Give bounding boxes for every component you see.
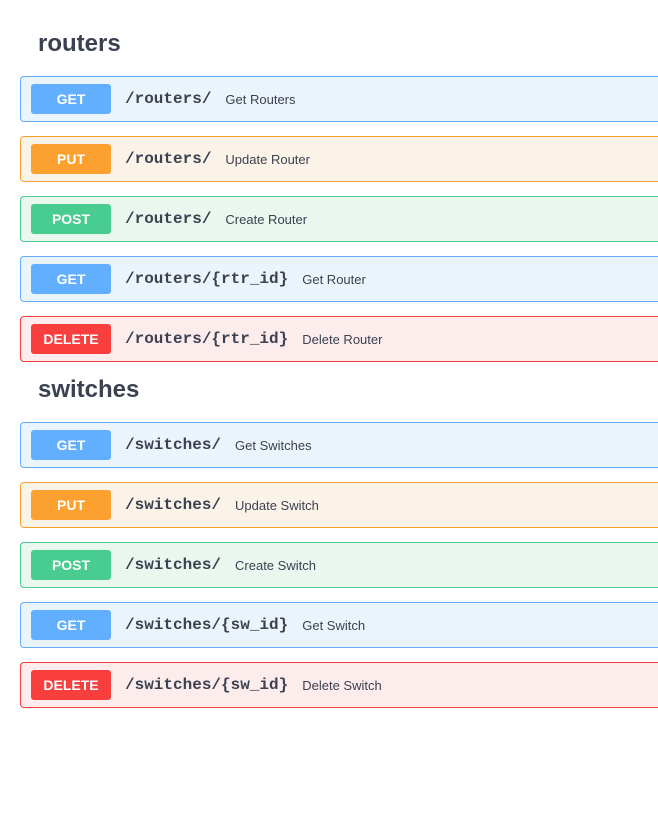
method-badge: POST <box>31 550 111 580</box>
endpoint-row[interactable]: GET /switches/ Get Switches <box>20 422 658 468</box>
method-badge: PUT <box>31 144 111 174</box>
endpoint-summary: Update Switch <box>235 498 319 513</box>
endpoint-row[interactable]: POST /switches/ Create Switch <box>20 542 658 588</box>
endpoint-row[interactable]: GET /routers/{rtr_id} Get Router <box>20 256 658 302</box>
endpoint-path: /switches/{sw_id} <box>125 676 288 694</box>
endpoint-path: /routers/{rtr_id} <box>125 330 288 348</box>
endpoint-path: /routers/ <box>125 210 211 228</box>
endpoint-summary: Get Routers <box>225 92 295 107</box>
method-badge: DELETE <box>31 324 111 354</box>
method-badge: POST <box>31 204 111 234</box>
endpoint-path: /routers/ <box>125 90 211 108</box>
method-badge: GET <box>31 610 111 640</box>
endpoint-path: /switches/ <box>125 556 221 574</box>
endpoint-summary: Get Switch <box>302 618 365 633</box>
section-title-switches[interactable]: switches <box>38 376 658 404</box>
endpoint-path: /routers/{rtr_id} <box>125 270 288 288</box>
endpoint-summary: Delete Switch <box>302 678 381 693</box>
method-badge: PUT <box>31 490 111 520</box>
endpoint-row[interactable]: POST /routers/ Create Router <box>20 196 658 242</box>
endpoint-summary: Create Router <box>225 212 307 227</box>
endpoint-row[interactable]: PUT /switches/ Update Switch <box>20 482 658 528</box>
method-badge: GET <box>31 84 111 114</box>
endpoint-row[interactable]: DELETE /routers/{rtr_id} Delete Router <box>20 316 658 362</box>
method-badge: DELETE <box>31 670 111 700</box>
method-badge: GET <box>31 264 111 294</box>
endpoint-path: /switches/{sw_id} <box>125 616 288 634</box>
section-title-routers[interactable]: routers <box>38 30 658 58</box>
endpoint-path: /switches/ <box>125 436 221 454</box>
endpoint-row[interactable]: GET /routers/ Get Routers <box>20 76 658 122</box>
endpoint-summary: Delete Router <box>302 332 382 347</box>
endpoint-row[interactable]: DELETE /switches/{sw_id} Delete Switch <box>20 662 658 708</box>
endpoint-path: /switches/ <box>125 496 221 514</box>
endpoint-summary: Create Switch <box>235 558 316 573</box>
endpoint-summary: Update Router <box>225 152 310 167</box>
endpoint-summary: Get Router <box>302 272 366 287</box>
endpoint-row[interactable]: GET /switches/{sw_id} Get Switch <box>20 602 658 648</box>
endpoint-summary: Get Switches <box>235 438 312 453</box>
method-badge: GET <box>31 430 111 460</box>
endpoint-row[interactable]: PUT /routers/ Update Router <box>20 136 658 182</box>
endpoint-path: /routers/ <box>125 150 211 168</box>
